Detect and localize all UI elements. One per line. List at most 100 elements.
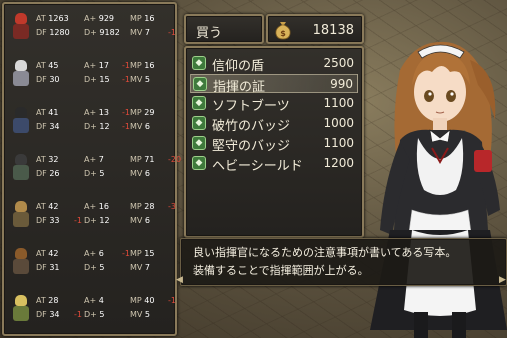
unit-stat-a-plus: A+ 929 [84,14,115,23]
unit-stat-modifier: -1 [168,28,176,37]
shop-item-name: 信仰の盾 [212,59,265,74]
unit-stat-at: AT 45 [36,61,59,70]
shop-item-price: 1100 [323,136,354,150]
unit-stat-modifier: -1 [122,249,130,258]
unit-row[interactable]: AT 41 A+ 13 -1 MP 29 DF 34 D+ 12 -1 MV 6 [8,102,173,142]
unit-stat-a-plus: A+ 17 [84,61,109,70]
shop-item-price: 1000 [323,116,354,130]
unit-stat-at: AT 1263 [36,14,69,23]
unit-stat-d-plus: D+ 9182 [84,28,120,37]
unit-stat-at: AT 32 [36,155,59,164]
shop-item-price: 1200 [323,156,354,170]
unit-stat-mv: MV 6 [130,122,151,131]
shop-item-row[interactable]: ◆ ヘビーシールド 1200 [190,154,358,174]
unit-stat-modifier: -20 [168,155,182,164]
unit-stat-modifier: -1 [122,122,130,131]
unit-list-panel: AT 1263 A+ 929 MP 16 DF 1280 D+ 9182 MV 7 -1 AT… [2,2,181,336]
unit-stat-mp: MP 16 [130,14,155,23]
shop-item-row[interactable]: ◆ 指揮の証 990 [190,74,358,95]
unit-stat-at: AT 42 [36,249,59,258]
svg-text:$: $ [280,29,286,38]
shop-item-price: 990 [330,77,353,91]
scroll-left-arrow-icon[interactable]: ◀ [176,275,183,285]
gold-display: $ 18138 [266,14,364,44]
unit-stat-d-plus: D+ 12 [84,216,110,225]
unit-stat-mp: MP 15 [130,249,155,258]
item-badge-icon: ◆ [192,116,206,130]
item-description-line2: 装備することで指揮範囲が上がる。 [193,264,369,277]
unit-portrait [10,247,32,277]
unit-stat-mp: MP 29 [130,108,155,117]
unit-stat-at: AT 42 [36,202,59,211]
unit-stat-mv: MV 7 [130,28,151,37]
unit-stat-modifier: -3 [168,202,176,211]
shop-item-price: 2500 [323,56,354,70]
unit-stat-at: AT 41 [36,108,59,117]
item-badge-icon: ◆ [193,77,207,91]
unit-stat-mv: MV 6 [130,169,151,178]
item-badge-icon: ◆ [192,96,206,110]
unit-stat-mv: MV 5 [130,75,151,84]
unit-stat-modifier: -1 [122,108,130,117]
unit-portrait [10,12,32,42]
item-description-line1: 良い指揮官になるための注意事項が書いてある写本。 [193,246,457,259]
shop-item-list: ◆ 信仰の盾 2500 ◆ 指揮の証 990 ◆ ソフトブーツ 1100 ◆ 破竹のバッジ 1000 ◆… [184,46,364,238]
shop-item-name: ソフトブーツ [212,99,290,114]
shop-item-row[interactable]: ◆ ソフトブーツ 1100 [190,94,358,114]
unit-stat-d-plus: D+ 5 [84,310,105,319]
unit-stat-a-plus: A+ 16 [84,202,109,211]
unit-portrait [10,59,32,89]
shop-item-name: 指揮の証 [213,80,266,95]
shop-item-row[interactable]: ◆ 堅守のバッジ 1100 [190,134,358,154]
unit-stat-df: DF 34 [36,310,60,319]
unit-stat-d-plus: D+ 15 [84,75,110,84]
unit-stat-mp: MP 16 [130,61,155,70]
unit-stat-d-plus: D+ 5 [84,263,105,272]
unit-stat-mv: MV 5 [130,310,151,319]
unit-row[interactable]: AT 42 A+ 16 MP 28 -3 DF 33 -1 D+ 12 MV 6 [8,196,176,236]
shop-item-name: 破竹のバッジ [212,119,291,134]
shop-item-name: ヘビーシールド [212,159,303,174]
unit-row[interactable]: AT 42 A+ 6 -1 MP 15 DF 31 D+ 5 MV 7 [8,243,173,283]
unit-stat-mv: MV 6 [130,216,151,225]
item-badge-icon: ◆ [192,156,206,170]
unit-stat-df: DF 30 [36,75,60,84]
shop-item-row[interactable]: ◆ 破竹のバッジ 1000 [190,114,358,134]
item-description-box: 良い指揮官になるための注意事項が書いてある写本。 装備することで指揮範囲が上がる… [180,238,507,286]
unit-stat-mp: MP 71 [130,155,155,164]
unit-stat-at: AT 28 [36,296,59,305]
unit-stat-mv: MV 7 [130,263,151,272]
unit-stat-d-plus: D+ 12 [84,122,110,131]
unit-portrait [10,294,32,324]
unit-stat-df: DF 33 [36,216,60,225]
unit-stat-df: DF 26 [36,169,60,178]
unit-stat-a-plus: A+ 13 [84,108,109,117]
unit-stat-mp: MP 40 [130,296,155,305]
unit-row[interactable]: AT 32 A+ 7 MP 71 -20 DF 26 D+ 5 MV 6 [8,149,181,189]
unit-row[interactable]: AT 1263 A+ 929 MP 16 DF 1280 D+ 9182 MV 7 -1 [8,8,176,48]
unit-stat-mp: MP 28 [130,202,155,211]
unit-row[interactable]: AT 45 A+ 17 -1 MP 16 DF 30 D+ 15 -1 MV 5 [8,55,173,95]
gold-amount: 18138 [312,23,354,38]
unit-stat-a-plus: A+ 6 [84,249,104,258]
scroll-right-arrow-icon[interactable]: ▶ [499,275,506,285]
shop-mode-title: 買う [196,26,223,41]
item-badge-icon: ◆ [192,136,206,150]
unit-stat-df: DF 31 [36,263,60,272]
unit-stat-modifier: -1 [74,310,82,319]
unit-stat-df: DF 1280 [36,28,70,37]
money-bag-icon: $ [275,22,291,40]
unit-stat-a-plus: A+ 4 [84,296,104,305]
unit-stat-d-plus: D+ 5 [84,169,105,178]
unit-stat-modifier: -1 [122,75,130,84]
shop-item-name: 堅守のバッジ [212,139,291,154]
shop-item-row[interactable]: ◆ 信仰の盾 2500 [190,54,358,74]
unit-portrait [10,153,32,183]
unit-row[interactable]: AT 28 A+ 4 MP 40 -1 DF 34 -1 D+ 5 MV 5 [8,290,176,330]
item-badge-icon: ◆ [192,56,206,70]
shop-mode-tab[interactable]: 買う [184,14,264,44]
unit-stat-modifier: -1 [168,296,176,305]
unit-stat-modifier: -1 [122,61,130,70]
unit-stat-df: DF 34 [36,122,60,131]
shop-item-price: 1100 [323,96,354,110]
